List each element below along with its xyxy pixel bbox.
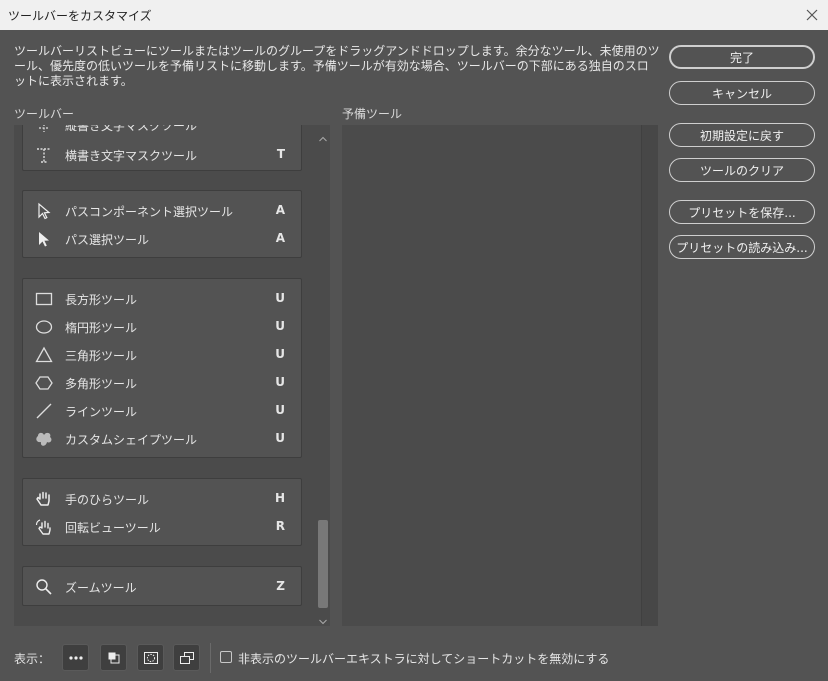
tool-shortcut: U [275, 375, 285, 389]
clear-tools-button[interactable]: ツールのクリア [669, 158, 815, 182]
tool-shortcut: T [276, 147, 285, 161]
tool-name: 縦書き文字マスクツール [65, 125, 198, 133]
tool-group[interactable]: パスコンポーネント選択ツール A パス選択ツール A [22, 190, 302, 258]
toolbar-list-label: ツールバー [14, 107, 75, 121]
tool-group[interactable]: 長方形ツール U 楕円形ツール U 三角形ツール U 多角形ツール U ラインツ… [22, 278, 302, 458]
tool-shortcut: U [275, 291, 285, 305]
custom-shape-icon [35, 430, 53, 448]
foreground-background-button[interactable] [100, 644, 127, 671]
quick-mask-icon [144, 652, 158, 664]
tool-item[interactable]: パスコンポーネント選択ツール A [23, 196, 301, 224]
tool-shortcut: A [275, 203, 285, 217]
screen-mode-icon [180, 652, 194, 664]
tool-item[interactable]: 回転ビューツール R [23, 512, 301, 540]
cancel-button[interactable]: キャンセル [669, 81, 815, 105]
line-icon [35, 402, 53, 420]
hand-icon [35, 490, 53, 508]
tool-item[interactable]: 手のひらツール H [23, 484, 301, 512]
tool-shortcut: H [274, 491, 285, 505]
rotate-view-icon [35, 518, 53, 536]
tool-shortcut: U [275, 319, 285, 333]
tool-name: 長方形ツール [65, 293, 138, 307]
disable-shortcuts-checkbox[interactable] [220, 651, 232, 663]
tool-shortcut: U [275, 347, 285, 361]
show-label: 表示： [14, 652, 51, 666]
horizontal-type-mask-icon [35, 146, 53, 164]
polygon-icon [35, 374, 53, 392]
tool-group[interactable]: 手のひらツール H 回転ビューツール R [22, 478, 302, 546]
tool-shortcut: Z [276, 579, 285, 593]
ellipse-icon [35, 318, 53, 336]
tool-name: 横書き文字マスクツール [65, 149, 198, 163]
extra-tools-scrollbar[interactable] [641, 125, 658, 626]
save-preset-button[interactable]: プリセットを保存... [669, 200, 815, 224]
tool-name: ズームツール [65, 581, 137, 595]
close-icon[interactable] [802, 5, 822, 25]
tool-item[interactable]: 長方形ツール U [23, 284, 301, 312]
tool-name: パス選択ツール [65, 233, 150, 247]
tool-group[interactable]: ズームツール Z [22, 566, 302, 606]
path-component-selection-icon [35, 202, 53, 220]
done-button[interactable]: 完了 [669, 45, 815, 69]
rectangle-icon [35, 290, 53, 308]
tool-item[interactable]: カスタムシェイプツール U [23, 424, 301, 452]
tool-item[interactable]: 横書き文字マスクツール T [23, 140, 301, 168]
zoom-icon [35, 578, 53, 596]
more-icon [69, 656, 83, 660]
quick-mask-button[interactable] [137, 644, 164, 671]
tool-item[interactable]: 楕円形ツール U [23, 312, 301, 340]
tool-shortcut: U [275, 403, 285, 417]
scroll-up-icon[interactable] [319, 131, 327, 142]
tool-name: 回転ビューツール [65, 521, 161, 535]
vertical-type-mask-icon [35, 125, 53, 134]
tool-name: 多角形ツール [65, 377, 138, 391]
scrollbar-thumb[interactable] [318, 520, 328, 608]
divider [210, 643, 211, 673]
tool-name: 三角形ツール [65, 349, 138, 363]
load-preset-button[interactable]: プリセットの読み込み... [669, 235, 815, 259]
restore-defaults-button[interactable]: 初期設定に戻す [669, 123, 815, 147]
tool-name: カスタムシェイプツール [65, 433, 198, 447]
tool-shortcut: A [275, 231, 285, 245]
toolbar-scrollbar[interactable] [316, 125, 330, 626]
tool-name: 手のひらツール [65, 493, 150, 507]
tool-item[interactable]: 多角形ツール U [23, 368, 301, 396]
window-title: ツールバーをカスタマイズ [8, 9, 152, 23]
toolbar-list[interactable]: 縦書き文字マスクツール 横書き文字マスクツール T パスコンポーネント選択ツール… [14, 125, 330, 626]
tool-item[interactable]: 縦書き文字マスクツール [23, 125, 301, 138]
title-bar: ツールバーをカスタマイズ [0, 0, 828, 30]
tool-shortcut: R [275, 519, 285, 533]
tool-item[interactable]: ズームツール Z [23, 572, 301, 600]
scroll-down-icon[interactable] [319, 614, 327, 625]
tool-item[interactable]: パス選択ツール A [23, 224, 301, 252]
tool-name: パスコンポーネント選択ツール [65, 205, 234, 219]
triangle-icon [35, 346, 53, 364]
extra-tools-label: 予備ツール [342, 107, 403, 121]
tool-item[interactable]: 三角形ツール U [23, 340, 301, 368]
tool-shortcut: U [275, 431, 285, 445]
tool-item[interactable]: ラインツール U [23, 396, 301, 424]
direct-selection-icon [35, 230, 53, 248]
foreground-background-icon [108, 652, 120, 664]
more-button[interactable] [62, 644, 89, 671]
screen-mode-button[interactable] [173, 644, 200, 671]
disable-shortcuts-label[interactable]: 非表示のツールバーエキストラに対してショートカットを無効にする [238, 650, 609, 667]
tool-name: ラインツール [65, 405, 138, 419]
tool-name: 楕円形ツール [65, 321, 138, 335]
instructions-text: ツールバーリストビューにツールまたはツールのグループをドラッグアンドドロップしま… [14, 44, 660, 88]
extra-tools-list[interactable] [342, 125, 658, 626]
tool-group[interactable]: 縦書き文字マスクツール 横書き文字マスクツール T [22, 125, 302, 171]
